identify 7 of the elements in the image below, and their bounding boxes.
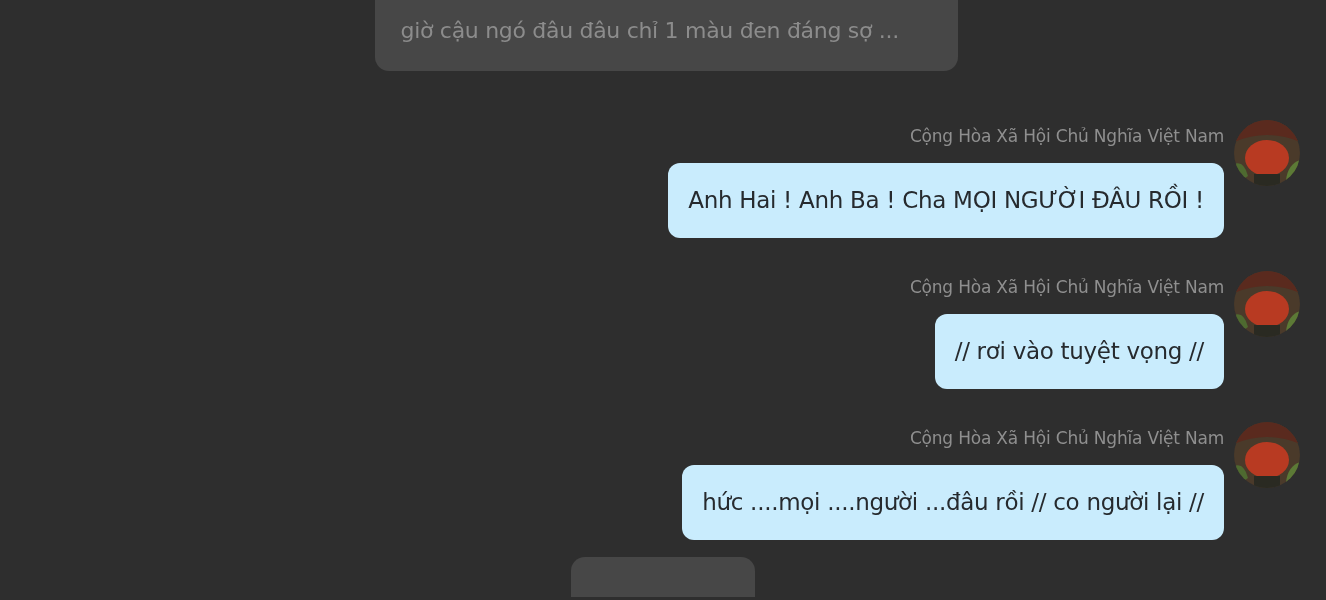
message-bubble: Anh Hai ! Anh Ba ! Cha MỌI NGƯỜI ĐÂU RỒI ! (668, 163, 1224, 238)
narration-bubble: giờ cậu ngó đâu đâu chỉ 1 màu đen đáng sợ ... (374, 0, 958, 71)
sender-name: Cộng Hòa Xã Hội Chủ Nghĩa Việt Nam (909, 125, 1224, 148)
message-bubble: // rơi vào tuyệt vọng // (934, 314, 1224, 389)
message-bubble: hức ....mọi ....người ...đâu rồi // co người lại // (682, 465, 1224, 540)
sender-name: Cộng Hòa Xã Hội Chủ Nghĩa Việt Nam (909, 276, 1224, 299)
sender-name: Cộng Hòa Xã Hội Chủ Nghĩa Việt Nam (909, 427, 1224, 450)
